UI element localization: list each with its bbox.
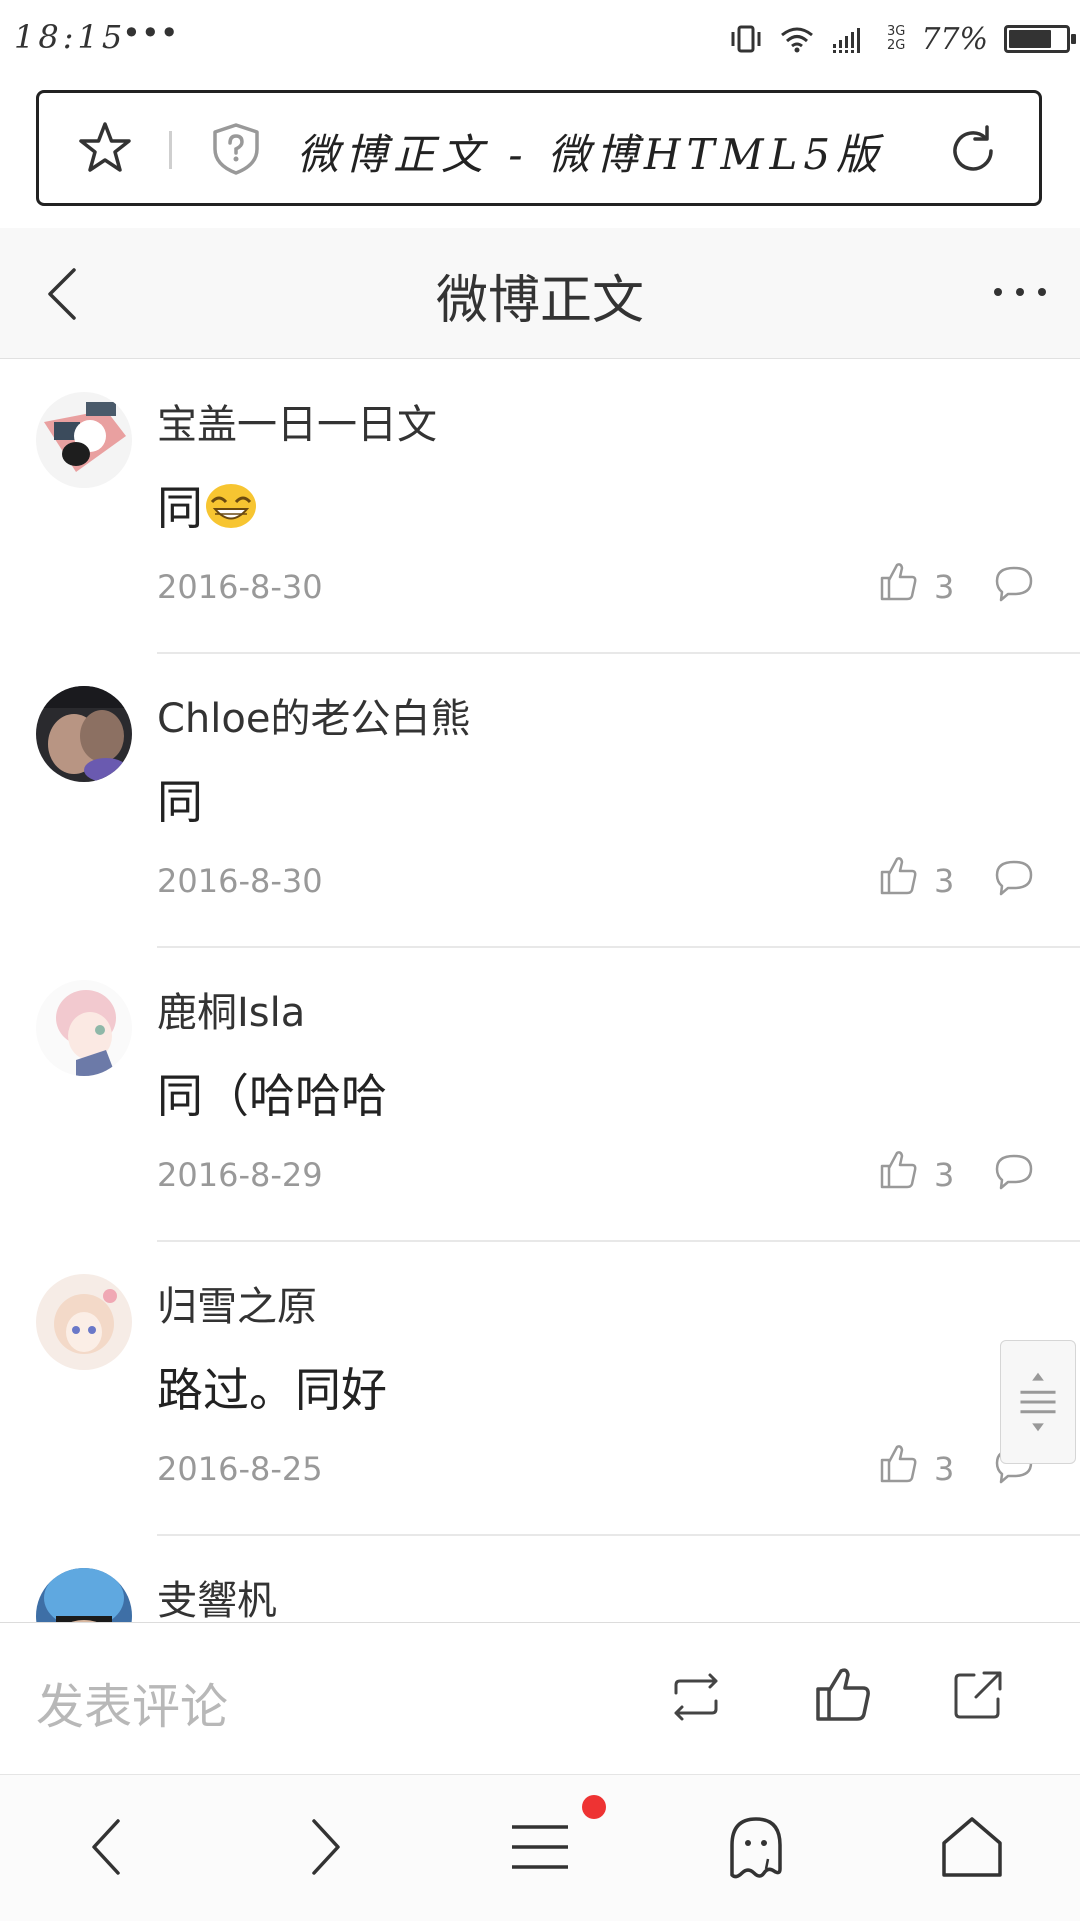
comment-toolbar: 发表评论 (0, 1622, 1080, 1775)
thumb-up-icon[interactable] (878, 854, 918, 896)
battery-icon (1004, 25, 1076, 53)
like-count: 3 (934, 568, 955, 606)
commenter-name[interactable]: 鹿桐Isla (157, 980, 305, 1038)
page-title: 微博正文 (435, 271, 644, 331)
comment-item[interactable]: 叏響杋 (0, 1536, 1080, 1622)
nav-forward-icon[interactable] (288, 1811, 360, 1883)
back-icon[interactable] (40, 264, 88, 324)
avatar[interactable] (36, 1274, 132, 1370)
scroll-handle-icon[interactable] (1000, 1340, 1076, 1464)
avatar[interactable] (36, 1568, 132, 1622)
signal-icon (832, 28, 860, 53)
comment-input[interactable]: 发表评论 (36, 1667, 228, 1737)
commenter-name[interactable]: Chloe的老公白熊 (157, 686, 470, 744)
comment-icon[interactable] (994, 1152, 1034, 1190)
avatar[interactable] (36, 980, 132, 1076)
like-count: 3 (934, 1450, 955, 1488)
comment-icon[interactable] (994, 564, 1034, 602)
wifi-icon (781, 27, 813, 53)
notification-dots: ••• (122, 14, 179, 52)
status-time: 18:15 (14, 18, 127, 56)
notification-dot (582, 1795, 606, 1819)
comment-icon[interactable] (994, 858, 1034, 896)
status-bar: 18:15 ••• 3G 2G 77% (0, 0, 1080, 80)
comment-item[interactable]: Chloe的老公白熊 同 2016-8-30 3 (0, 654, 1080, 948)
comment-date: 2016-8-29 (157, 1156, 323, 1194)
comment-date: 2016-8-30 (157, 862, 323, 900)
battery-level (1009, 30, 1052, 48)
comment-text: 同 (157, 472, 259, 538)
thumb-up-icon[interactable] (814, 1665, 872, 1723)
thumb-up-icon[interactable] (878, 1442, 918, 1484)
reload-icon[interactable] (943, 121, 1003, 181)
comment-date: 2016-8-25 (157, 1450, 323, 1488)
nav-back-icon[interactable] (72, 1811, 144, 1883)
browser-bottom-nav (0, 1774, 1080, 1921)
avatar[interactable] (36, 392, 132, 488)
avatar[interactable] (36, 686, 132, 782)
page-header: 微博正文 (0, 228, 1080, 359)
thumb-up-icon[interactable] (878, 1148, 918, 1190)
ghost-icon[interactable] (720, 1811, 792, 1883)
menu-icon[interactable] (504, 1811, 576, 1883)
share-icon[interactable] (952, 1667, 1004, 1721)
status-icons: 3G 2G 77% (729, 14, 1076, 64)
comment-text: 同（哈哈哈 (157, 1069, 387, 1123)
commenter-name[interactable]: 归雪之原 (157, 1274, 317, 1332)
browser-address-bar[interactable]: 微博正文 - 微博HTML5版 (36, 90, 1042, 206)
commenter-name[interactable]: 宝盖一日一日文 (157, 392, 437, 450)
address-bar-divider (169, 131, 172, 169)
commenter-name[interactable]: 叏響杋 (157, 1568, 277, 1622)
thumb-up-icon[interactable] (878, 560, 918, 602)
battery-percent: 77% (921, 21, 988, 57)
comment-text: 路过。同好 (157, 1363, 387, 1417)
network-type: 3G 2G (886, 24, 906, 53)
page-url-title[interactable]: 微博正文 - 微博HTML5版 (297, 121, 884, 182)
comment-item[interactable]: 鹿桐Isla 同（哈哈哈 2016-8-29 3 (0, 948, 1080, 1242)
comment-item[interactable]: 宝盖一日一日文 同 2016-8-30 3 (0, 360, 1080, 654)
more-icon[interactable] (990, 280, 1050, 304)
laughing-emoji-icon (206, 484, 256, 528)
star-icon[interactable] (75, 119, 135, 179)
comment-item[interactable]: 归雪之原 路过。同好 2016-8-25 3 (0, 1242, 1080, 1536)
vibrate-icon (731, 25, 761, 53)
like-count: 3 (934, 862, 955, 900)
like-count: 3 (934, 1156, 955, 1194)
comment-text: 同 (157, 775, 203, 829)
shield-icon[interactable] (209, 121, 263, 177)
repost-icon[interactable] (666, 1671, 726, 1723)
home-icon[interactable] (936, 1811, 1008, 1883)
comment-date: 2016-8-30 (157, 568, 323, 606)
comment-list: 宝盖一日一日文 同 2016-8-30 3 Chloe的老公白熊 同 2016-… (0, 360, 1080, 1622)
